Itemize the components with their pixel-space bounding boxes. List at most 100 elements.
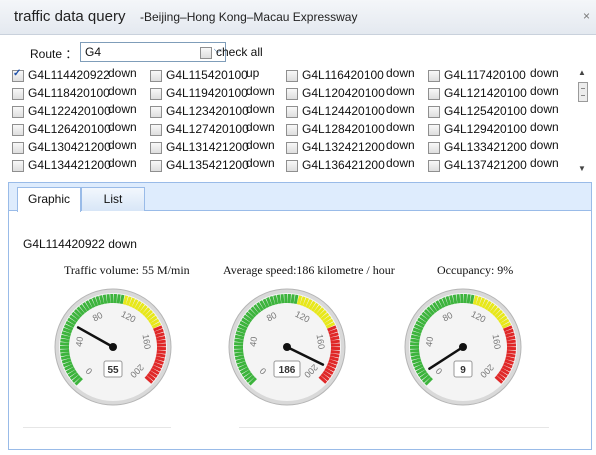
road-checkbox[interactable] [286, 124, 298, 136]
road-checkbox[interactable] [150, 160, 162, 172]
tab-list[interactable]: List [81, 187, 145, 211]
road-checkbox[interactable] [428, 88, 440, 100]
tab-graphic[interactable]: Graphic [17, 187, 81, 212]
gauge-tick [60, 352, 70, 357]
window-subtitle: -Beijing–Hong Kong–Macau Expressway [140, 10, 358, 24]
road-status: down [246, 156, 275, 170]
gauge-tick [234, 355, 245, 361]
gauge-tick [116, 294, 121, 304]
road-status: down [386, 156, 415, 170]
road-checkbox[interactable] [428, 160, 440, 172]
gauge-tick [156, 349, 166, 354]
gauge-tick [273, 295, 279, 305]
road-checkbox[interactable] [12, 160, 24, 172]
gauge-tick [449, 295, 455, 305]
road-checkbox[interactable] [428, 124, 440, 136]
gauge-tick [452, 294, 458, 304]
road-checkbox[interactable] [150, 142, 162, 154]
road-checkbox[interactable] [12, 68, 24, 82]
road-checkbox[interactable] [150, 70, 162, 82]
gauge-tick-label: 40 [74, 336, 85, 347]
traffic-volume-label: Traffic volume: 55 M/min [64, 263, 190, 277]
road-status: down [246, 84, 275, 98]
road-code: G4L117420100 [444, 68, 526, 82]
gauge-tick [234, 348, 244, 353]
road-status: down [386, 102, 415, 116]
close-icon[interactable]: × [583, 9, 590, 23]
road-checkbox[interactable] [286, 142, 298, 154]
road-checkbox[interactable] [150, 88, 162, 100]
gauge-tick [60, 342, 70, 346]
road-code: G4L120420100 [302, 86, 385, 100]
occupancy-gauge: 0 40 80 120 160 200 9 [401, 285, 525, 412]
average-speed-label: Average speed:186 kilometre / hour [223, 263, 395, 277]
road-list-scrollbar[interactable]: ▲ ▼ [576, 68, 588, 176]
gauge-tick [119, 294, 125, 305]
title-bar: traffic data query -Beijing–Hong Kong–Ma… [0, 0, 596, 35]
road-code: G4L114420922 [28, 68, 110, 82]
gauge-tick [234, 338, 244, 343]
gauge-tick [506, 353, 516, 358]
road-status: up [246, 66, 260, 80]
scroll-down-icon[interactable]: ▼ [578, 164, 586, 173]
gauge-tick [410, 334, 421, 340]
gauge-tick [60, 338, 70, 343]
scroll-thumb[interactable] [578, 82, 588, 102]
road-code: G4L136421200 [302, 158, 385, 172]
gauge-tick-label: 40 [424, 336, 435, 347]
gauge-tick [506, 349, 516, 354]
road-code: G4L116420100 [302, 68, 384, 82]
gauge-tick [60, 348, 70, 353]
road-checkbox[interactable] [286, 70, 298, 82]
gauge-tick [506, 336, 516, 341]
route-select-value: G4 [85, 45, 102, 59]
road-checkbox[interactable] [428, 70, 440, 82]
gauge-needle-hub [109, 343, 117, 351]
road-checkbox[interactable] [12, 124, 24, 136]
road-status: down [386, 84, 415, 98]
gauge-tick [276, 294, 282, 304]
road-status: down [246, 102, 275, 116]
gauge-tick [506, 339, 516, 344]
gauge-value-text: 9 [460, 365, 466, 376]
road-checkbox[interactable] [428, 142, 440, 154]
road-checkbox[interactable] [428, 106, 440, 118]
road-status: down [108, 156, 137, 170]
road-status: down [386, 66, 415, 80]
road-checkbox[interactable] [12, 106, 24, 118]
road-code: G4L119420100 [166, 86, 248, 100]
road-code: G4L130421200 [28, 140, 111, 154]
road-status: down [530, 102, 559, 116]
road-status: down [530, 138, 559, 152]
selected-road-title: G4L114420922 down [23, 237, 137, 251]
road-code: G4L115420100 [166, 68, 248, 82]
road-checkbox[interactable] [150, 106, 162, 118]
gauge-tick [466, 294, 471, 304]
gauge-tick [155, 356, 165, 362]
road-checkbox[interactable] [12, 88, 24, 100]
road-status: down [108, 102, 137, 116]
gauge-tick [410, 348, 420, 353]
gauge-tick [330, 349, 340, 354]
gauge-tick [106, 294, 111, 304]
road-checkbox[interactable] [286, 88, 298, 100]
road-status: down [530, 66, 559, 80]
road-status: down [108, 84, 137, 98]
gauge-tick [330, 336, 340, 341]
road-checkbox[interactable] [286, 106, 298, 118]
gauge-tick [410, 352, 420, 357]
route-label: Route ： [30, 47, 78, 61]
road-checkbox[interactable] [286, 160, 298, 172]
check-all-checkbox[interactable] [200, 46, 212, 59]
gauge-tick [234, 334, 245, 340]
road-status: down [246, 120, 275, 134]
road-checkbox[interactable] [12, 142, 24, 154]
road-code: G4L134421200 [28, 158, 111, 172]
road-code: G4L133421200 [444, 140, 527, 154]
scroll-up-icon[interactable]: ▲ [578, 68, 586, 77]
gauge-tick [410, 355, 421, 361]
road-code: G4L126420100 [28, 122, 111, 136]
road-checkbox[interactable] [150, 124, 162, 136]
gauge-tick [234, 352, 244, 357]
road-status: down [530, 84, 559, 98]
